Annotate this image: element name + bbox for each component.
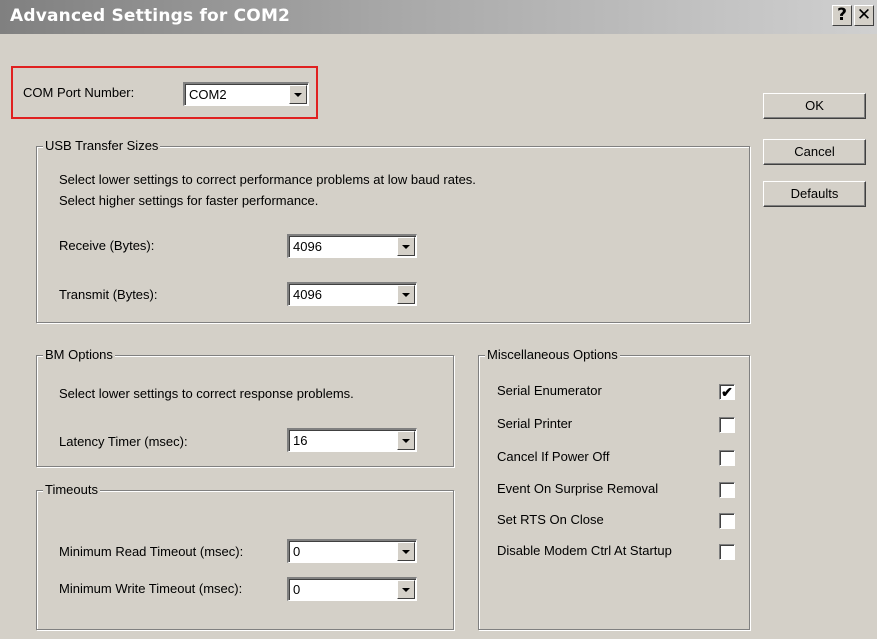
chevron-down-icon[interactable] bbox=[397, 542, 415, 561]
disable-modem-ctrl-checkbox[interactable] bbox=[719, 544, 735, 560]
transmit-value: 4096 bbox=[293, 287, 322, 302]
receive-select[interactable]: 4096 bbox=[287, 234, 417, 258]
read-timeout-value: 0 bbox=[293, 544, 301, 559]
misc-item-label: Disable Modem Ctrl At Startup bbox=[497, 543, 672, 558]
usb-desc-lower: Select lower settings to correct perform… bbox=[59, 172, 476, 187]
help-button[interactable]: ? bbox=[832, 5, 852, 26]
timeouts-group-title: Timeouts bbox=[43, 482, 100, 497]
bm-group-title: BM Options bbox=[43, 347, 115, 362]
chevron-down-icon[interactable] bbox=[289, 85, 307, 104]
chevron-down-icon[interactable] bbox=[397, 580, 415, 599]
com-port-value: COM2 bbox=[189, 87, 227, 102]
defaults-button[interactable]: Defaults bbox=[763, 181, 866, 207]
transmit-label: Transmit (Bytes): bbox=[59, 287, 158, 302]
write-timeout-value: 0 bbox=[293, 582, 301, 597]
chevron-down-icon[interactable] bbox=[397, 431, 415, 450]
receive-label: Receive (Bytes): bbox=[59, 238, 155, 253]
misc-item-label: Cancel If Power Off bbox=[497, 449, 610, 464]
misc-item-label: Set RTS On Close bbox=[497, 512, 604, 527]
cancel-button[interactable]: Cancel bbox=[763, 139, 866, 165]
usb-group-title: USB Transfer Sizes bbox=[43, 138, 161, 153]
close-icon: ✕ bbox=[856, 5, 872, 25]
set-rts-on-close-checkbox[interactable] bbox=[719, 513, 735, 529]
close-button[interactable]: ✕ bbox=[854, 5, 874, 26]
bm-desc: Select lower settings to correct respons… bbox=[59, 386, 354, 401]
misc-group-title: Miscellaneous Options bbox=[485, 347, 620, 362]
write-timeout-label: Minimum Write Timeout (msec): bbox=[59, 581, 243, 596]
read-timeout-select[interactable]: 0 bbox=[287, 539, 417, 563]
ok-button[interactable]: OK bbox=[763, 93, 866, 119]
usb-desc-higher: Select higher settings for faster perfor… bbox=[59, 193, 319, 208]
serial-printer-checkbox[interactable] bbox=[719, 417, 735, 433]
latency-value: 16 bbox=[293, 433, 308, 448]
event-on-surprise-removal-checkbox[interactable] bbox=[719, 482, 735, 498]
latency-label: Latency Timer (msec): bbox=[59, 434, 188, 449]
checkmark-icon: ✔ bbox=[721, 384, 733, 400]
chevron-down-icon[interactable] bbox=[397, 285, 415, 304]
read-timeout-label: Minimum Read Timeout (msec): bbox=[59, 544, 244, 559]
receive-value: 4096 bbox=[293, 239, 322, 254]
window-title: Advanced Settings for COM2 bbox=[10, 6, 291, 26]
misc-item-label: Serial Printer bbox=[497, 416, 573, 431]
misc-item-label: Event On Surprise Removal bbox=[497, 481, 659, 496]
write-timeout-select[interactable]: 0 bbox=[287, 577, 417, 601]
serial-enumerator-checkbox[interactable]: ✔ bbox=[719, 384, 735, 400]
title-bar[interactable]: Advanced Settings for COM2 ? ✕ bbox=[0, 0, 877, 34]
latency-select[interactable]: 16 bbox=[287, 428, 417, 452]
transmit-select[interactable]: 4096 bbox=[287, 282, 417, 306]
cancel-if-power-off-checkbox[interactable] bbox=[719, 450, 735, 466]
chevron-down-icon[interactable] bbox=[397, 237, 415, 256]
com-port-select[interactable]: COM2 bbox=[183, 82, 309, 106]
com-port-label: COM Port Number: bbox=[23, 85, 135, 100]
misc-item-label: Serial Enumerator bbox=[497, 383, 602, 398]
